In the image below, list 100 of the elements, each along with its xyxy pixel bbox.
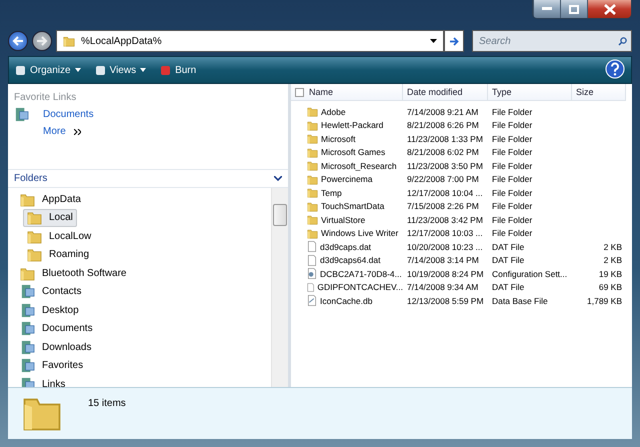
folders-header[interactable]: Folders [8,170,288,188]
folder-icon [27,247,42,262]
toolbar-icon [15,64,26,76]
date-cell-text: 7/14/2008 3:14 PM [406,254,480,266]
item-count: 15 items [88,398,126,409]
folder-icon [307,133,318,144]
folder-icon [307,120,318,131]
date-cell-text: 12/13/2008 5:59 PM [406,294,485,307]
favorite-link[interactable]: Documents [14,107,282,122]
maximize-icon [569,4,579,14]
date-cell-text: 7/15/2008 2:26 PM [406,200,480,212]
folder-icon [307,146,318,158]
library-icon [20,358,35,374]
file-name-cell[interactable]: GDIPFONTCACHEV... [291,282,403,293]
chevron-down-icon [274,176,282,181]
library-icon [20,340,35,355]
folder-tree-item[interactable]: Roaming [23,246,94,264]
type-cell-text: File Folder [491,200,534,212]
type-cell-text: File Folder [491,186,534,199]
file-icon [307,282,314,293]
folder-tree-item[interactable]: Favorites [16,356,88,375]
file-name-cell[interactable]: Temp [291,187,403,198]
settings-file-icon [307,268,317,280]
folder-tree-item[interactable]: Desktop [16,301,83,320]
forward-button[interactable] [32,31,52,51]
file-name-cell[interactable]: Adobe [291,106,403,118]
date-cell-text: 8/21/2008 6:02 PM [406,146,480,158]
minimize-button[interactable] [533,0,560,18]
folder-icon [307,160,318,172]
address-field[interactable]: %LocalAppData% [56,30,444,52]
folder-icon [307,228,318,239]
folder-tree-item[interactable]: Local [23,208,77,227]
scroll-thumb[interactable] [273,204,287,226]
close-button[interactable] [587,0,631,18]
scrollbar[interactable] [271,188,288,387]
date-cell-text: 11/23/2008 3:42 PM [406,214,484,226]
type-cell-text: File Folder [491,132,534,145]
size-cell-text: 1,789 KB [586,294,623,307]
folder-icon [27,228,42,244]
file-name-cell[interactable]: Microsoft_Research [291,160,403,172]
file-name-cell[interactable]: Microsoft Games [291,146,403,158]
column-header[interactable]: Size [572,84,626,101]
size-cell-text: 69 KB [598,281,623,294]
folder-tree-item[interactable]: LocalLow [23,227,96,246]
folder-tree-item[interactable]: Bluetooth Software [16,264,130,282]
search-box[interactable]: Search [472,30,632,52]
type-cell-text: File Folder [491,146,534,158]
library-icon [14,107,29,122]
folder-tree-item[interactable]: Documents [16,320,97,338]
folder-tree-item[interactable]: Contacts [16,282,86,301]
date-cell-text: 7/14/2008 9:34 AM [406,281,480,294]
column-header[interactable]: Date modified [403,84,488,101]
folder-icon [307,174,318,185]
file-name-cell[interactable]: d3d9caps64.dat [291,254,403,266]
file-name-cell[interactable]: Hewlett-Packard [291,120,403,131]
close-icon [604,4,616,14]
toolbar-button[interactable]: Views [94,64,146,76]
dropdown-icon [430,39,437,43]
type-cell-text: DAT File [491,281,526,294]
back-button[interactable] [8,31,28,51]
arrow-right-icon [36,36,48,46]
type-cell-text: Data Base File [491,294,549,307]
toolbar-button[interactable]: Burn [160,64,196,76]
go-button[interactable] [444,30,464,52]
folder-tree-item[interactable]: Downloads [16,338,96,356]
caret-icon [140,68,146,72]
type-cell-text: DAT File [491,254,526,266]
date-cell-text: 11/23/2008 3:50 PM [406,160,484,172]
date-cell-text: 8/21/2008 6:26 PM [406,119,480,132]
folder-tree-item[interactable]: AppData [16,190,85,208]
database-file-icon [307,295,317,306]
file-name-cell[interactable]: TouchSmartData [291,200,403,212]
folder-icon [20,266,35,281]
more-link[interactable]: More [14,126,282,137]
size-cell-text: 2 KB [602,254,623,266]
date-cell-text: 12/17/2008 10:04 ... [406,186,484,199]
column-header[interactable]: Type [488,84,572,101]
date-cell-text: 10/19/2008 8:24 PM [406,268,485,280]
toolbar-button[interactable]: Organize [15,64,81,76]
file-name-cell[interactable]: Powercinema [291,174,403,185]
arrow-right-icon [449,36,459,46]
file-name-cell[interactable]: Microsoft [291,133,403,144]
type-cell-text: File Folder [491,106,534,118]
file-name-cell[interactable]: d3d9caps.dat [291,241,403,252]
folder-icon [307,106,318,118]
column-header[interactable]: Name [291,84,403,101]
toolbar-icon [160,64,172,76]
file-name-cell[interactable]: Windows Live Writer [291,228,403,239]
date-cell-text: 10/20/2008 10:23 ... [406,240,484,253]
toolbar-icon [94,64,106,76]
file-icon [307,241,317,252]
file-name-cell[interactable]: DCBC2A71-70D8-4... [291,268,403,280]
search-icon [618,36,627,46]
date-cell-text: 7/14/2008 9:21 AM [406,106,480,118]
maximize-button[interactable] [560,0,587,18]
file-name-cell[interactable]: IconCache.db [291,295,403,306]
chevron-icon [74,128,81,134]
help-icon[interactable] [605,58,625,78]
search-field[interactable]: Search [477,34,618,48]
file-name-cell[interactable]: VirtualStore [291,214,403,226]
